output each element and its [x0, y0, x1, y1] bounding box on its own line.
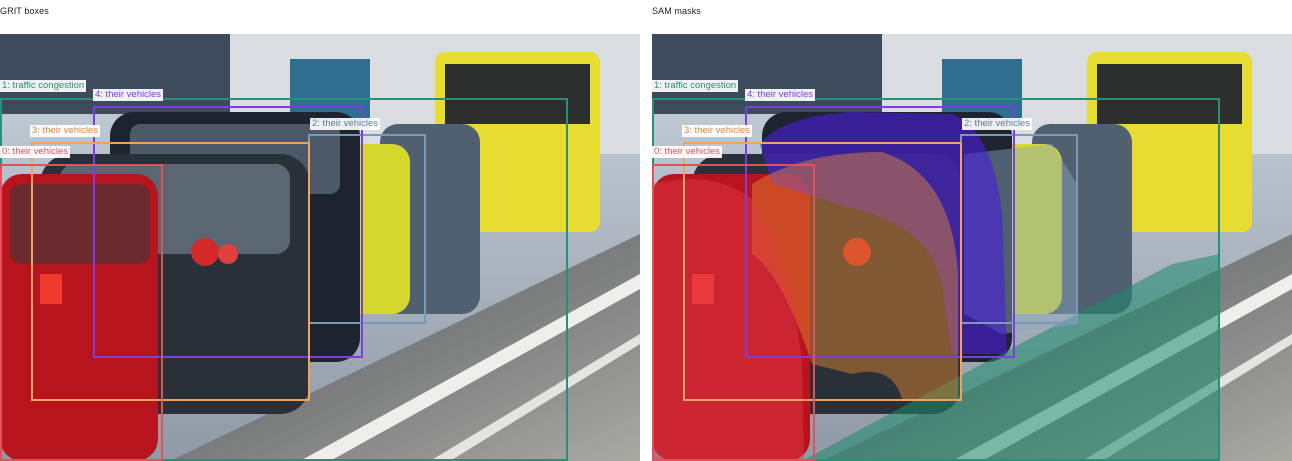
label-vehicle-4: 4: their vehicles	[93, 89, 164, 101]
bbox-vehicle-0	[0, 164, 163, 461]
panel-title-sam: SAM masks	[652, 6, 701, 16]
sam-photo: 1: traffic congestion 4: their vehicles …	[652, 34, 1292, 461]
grit-photo: 1: traffic congestion 4: their vehicles …	[0, 34, 640, 461]
panel-title-grit: GRIT boxes	[0, 6, 49, 16]
label-vehicle-3: 3: their vehicles	[30, 125, 101, 137]
bbox-vehicle-0-sam	[652, 164, 815, 461]
label-vehicle-3-sam: 3: their vehicles	[682, 125, 753, 137]
label-vehicle-2-sam: 2: their vehicles	[962, 118, 1033, 130]
label-vehicle-0: 0: their vehicles	[0, 146, 71, 158]
label-traffic-congestion-sam: 1: traffic congestion	[652, 80, 739, 92]
label-traffic-congestion: 1: traffic congestion	[0, 80, 87, 92]
label-vehicle-2: 2: their vehicles	[310, 118, 381, 130]
label-vehicle-0-sam: 0: their vehicles	[652, 146, 723, 158]
label-vehicle-4-sam: 4: their vehicles	[745, 89, 816, 101]
